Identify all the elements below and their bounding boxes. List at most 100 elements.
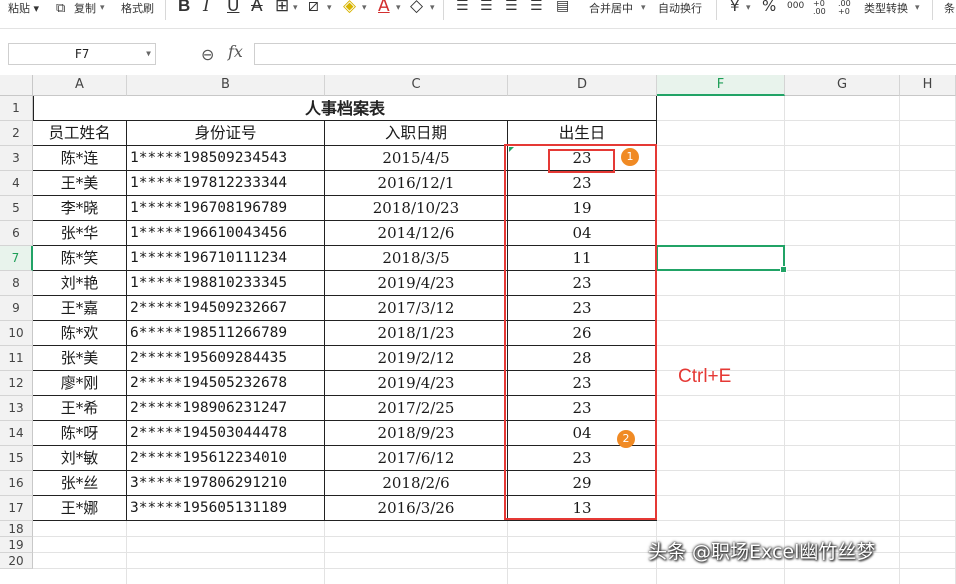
column-header-h[interactable]: H (900, 75, 956, 96)
hire-date-cell[interactable]: 2017/6/12 (325, 446, 508, 471)
hire-date-cell[interactable]: 2019/4/23 (325, 371, 508, 396)
hire-date-cell[interactable]: 2018/2/6 (325, 471, 508, 496)
birth-day-cell[interactable]: 04 (508, 221, 657, 246)
id-cell[interactable]: 2*****194505232678 (127, 371, 325, 396)
highlight-dropdown-icon[interactable]: ▾ (362, 0, 367, 24)
row-header-12[interactable]: 12 (0, 371, 33, 396)
copy-button[interactable]: 复制 (74, 0, 96, 24)
name-cell[interactable]: 王*娜 (33, 496, 127, 521)
row-header-9[interactable]: 9 (0, 296, 33, 321)
id-cell[interactable]: 1*****196610043456 (127, 221, 325, 246)
copy-dropdown-icon[interactable]: ▾ (100, 0, 105, 24)
row-header-18[interactable]: 18 (0, 521, 33, 537)
clear-dropdown-icon[interactable]: ▾ (430, 0, 435, 24)
birth-day-cell[interactable]: 23 (508, 171, 657, 196)
birth-day-cell[interactable]: 29 (508, 471, 657, 496)
row-header-16[interactable]: 16 (0, 471, 33, 496)
thousands-button[interactable]: 000 (787, 0, 804, 22)
id-cell[interactable]: 6*****198511266789 (127, 321, 325, 346)
birth-day-cell[interactable]: 23 (508, 371, 657, 396)
increase-decimal-button[interactable]: +0 .00 (813, 0, 833, 24)
id-cell[interactable]: 3*****197806291210 (127, 471, 325, 496)
row-header-11[interactable]: 11 (0, 346, 33, 371)
borders-dropdown-icon[interactable]: ▾ (293, 0, 298, 24)
distributed-align-icon[interactable]: ▤ (556, 0, 569, 16)
hire-date-cell[interactable]: 2016/12/1 (325, 171, 508, 196)
row-header-7[interactable]: 7 (0, 246, 33, 271)
birth-day-cell[interactable]: 28 (508, 346, 657, 371)
align-right-icon[interactable]: ☰ (505, 0, 518, 16)
id-cell[interactable]: 1*****196708196789 (127, 196, 325, 221)
birth-day-cell[interactable]: 13 (508, 496, 657, 521)
wrap-text-button[interactable]: 自动换行 (658, 0, 702, 24)
column-header-d[interactable]: D (508, 75, 657, 96)
header-cell-b[interactable]: 身份证号 (127, 121, 325, 146)
hire-date-cell[interactable]: 2015/4/5 (325, 146, 508, 171)
borders-icon[interactable]: ⊞ (275, 0, 289, 16)
underline-button[interactable]: U (227, 0, 239, 16)
row-header-14[interactable]: 14 (0, 421, 33, 446)
name-cell[interactable]: 刘*艳 (33, 271, 127, 296)
conditional-format-button[interactable]: 条 (944, 0, 955, 24)
row-header-8[interactable]: 8 (0, 271, 33, 296)
hire-date-cell[interactable]: 2018/1/23 (325, 321, 508, 346)
id-cell[interactable]: 2*****195609284435 (127, 346, 325, 371)
id-cell[interactable]: 2*****195612234010 (127, 446, 325, 471)
name-box[interactable]: F7 ▼ (8, 43, 156, 65)
percent-button[interactable]: % (762, 0, 776, 16)
name-cell[interactable]: 陈*笑 (33, 246, 127, 271)
row-header-6[interactable]: 6 (0, 221, 33, 246)
currency-dropdown-icon[interactable]: ▾ (746, 0, 751, 24)
sheet-title[interactable]: 人事档案表 (33, 96, 657, 121)
column-header-b[interactable]: B (127, 75, 325, 96)
name-cell[interactable]: 廖*刚 (33, 371, 127, 396)
birth-day-cell[interactable]: 11 (508, 246, 657, 271)
format-painter-button[interactable]: 格式刷 (121, 0, 154, 24)
strikethrough-button[interactable]: A (251, 0, 263, 16)
name-cell[interactable]: 陈*欢 (33, 321, 127, 346)
birth-day-cell[interactable]: 04 (508, 421, 657, 446)
justify-icon[interactable]: ☰ (530, 0, 543, 16)
name-cell[interactable]: 李*晓 (33, 196, 127, 221)
hire-date-cell[interactable]: 2017/3/12 (325, 296, 508, 321)
clear-format-icon[interactable]: ◇ (410, 0, 423, 16)
row-header-20[interactable]: 20 (0, 553, 33, 569)
align-center-icon[interactable]: ☰ (480, 0, 493, 16)
birth-day-cell[interactable]: 23 (508, 396, 657, 421)
birth-day-cell[interactable]: 19 (508, 196, 657, 221)
name-cell[interactable]: 王*美 (33, 171, 127, 196)
name-cell[interactable]: 张*华 (33, 221, 127, 246)
font-color-dropdown-icon[interactable]: ▾ (396, 0, 401, 24)
column-header-c[interactable]: C (325, 75, 508, 96)
type-convert-button[interactable]: 类型转换 (864, 0, 908, 24)
name-cell[interactable]: 陈*连 (33, 146, 127, 171)
bold-button[interactable]: B (178, 0, 190, 16)
currency-button[interactable]: ¥ (730, 0, 740, 16)
fill-dropdown-icon[interactable]: ▾ (327, 0, 332, 24)
name-cell[interactable]: 王*嘉 (33, 296, 127, 321)
header-cell-c[interactable]: 入职日期 (325, 121, 508, 146)
merge-dropdown-icon[interactable]: ▾ (641, 0, 646, 24)
spreadsheet-grid[interactable]: ◂▸ ABCDFGH123456789101112131415161718192… (0, 75, 956, 584)
birth-day-cell[interactable]: 26 (508, 321, 657, 346)
id-cell[interactable]: 1*****197812233344 (127, 171, 325, 196)
active-cell-f7[interactable] (656, 245, 787, 273)
id-cell[interactable]: 1*****196710111234 (127, 246, 325, 271)
highlight-icon[interactable]: ◈ (343, 0, 356, 16)
name-box-dropdown-icon[interactable]: ▼ (146, 44, 151, 64)
merge-center-button[interactable]: 合并居中 (589, 0, 633, 24)
name-cell[interactable]: 张*美 (33, 346, 127, 371)
formula-input[interactable] (254, 43, 956, 65)
id-cell[interactable]: 2*****194503044478 (127, 421, 325, 446)
hire-date-cell[interactable]: 2018/10/23 (325, 196, 508, 221)
row-header-19[interactable]: 19 (0, 537, 33, 553)
hire-date-cell[interactable]: 2018/3/5 (325, 246, 508, 271)
name-cell[interactable]: 王*希 (33, 396, 127, 421)
column-header-f[interactable]: F (657, 75, 785, 96)
name-cell[interactable]: 陈*呀 (33, 421, 127, 446)
id-cell[interactable]: 2*****198906231247 (127, 396, 325, 421)
column-header-a[interactable]: A (33, 75, 127, 96)
hire-date-cell[interactable]: 2019/2/12 (325, 346, 508, 371)
row-header-15[interactable]: 15 (0, 446, 33, 471)
name-cell[interactable]: 刘*敏 (33, 446, 127, 471)
